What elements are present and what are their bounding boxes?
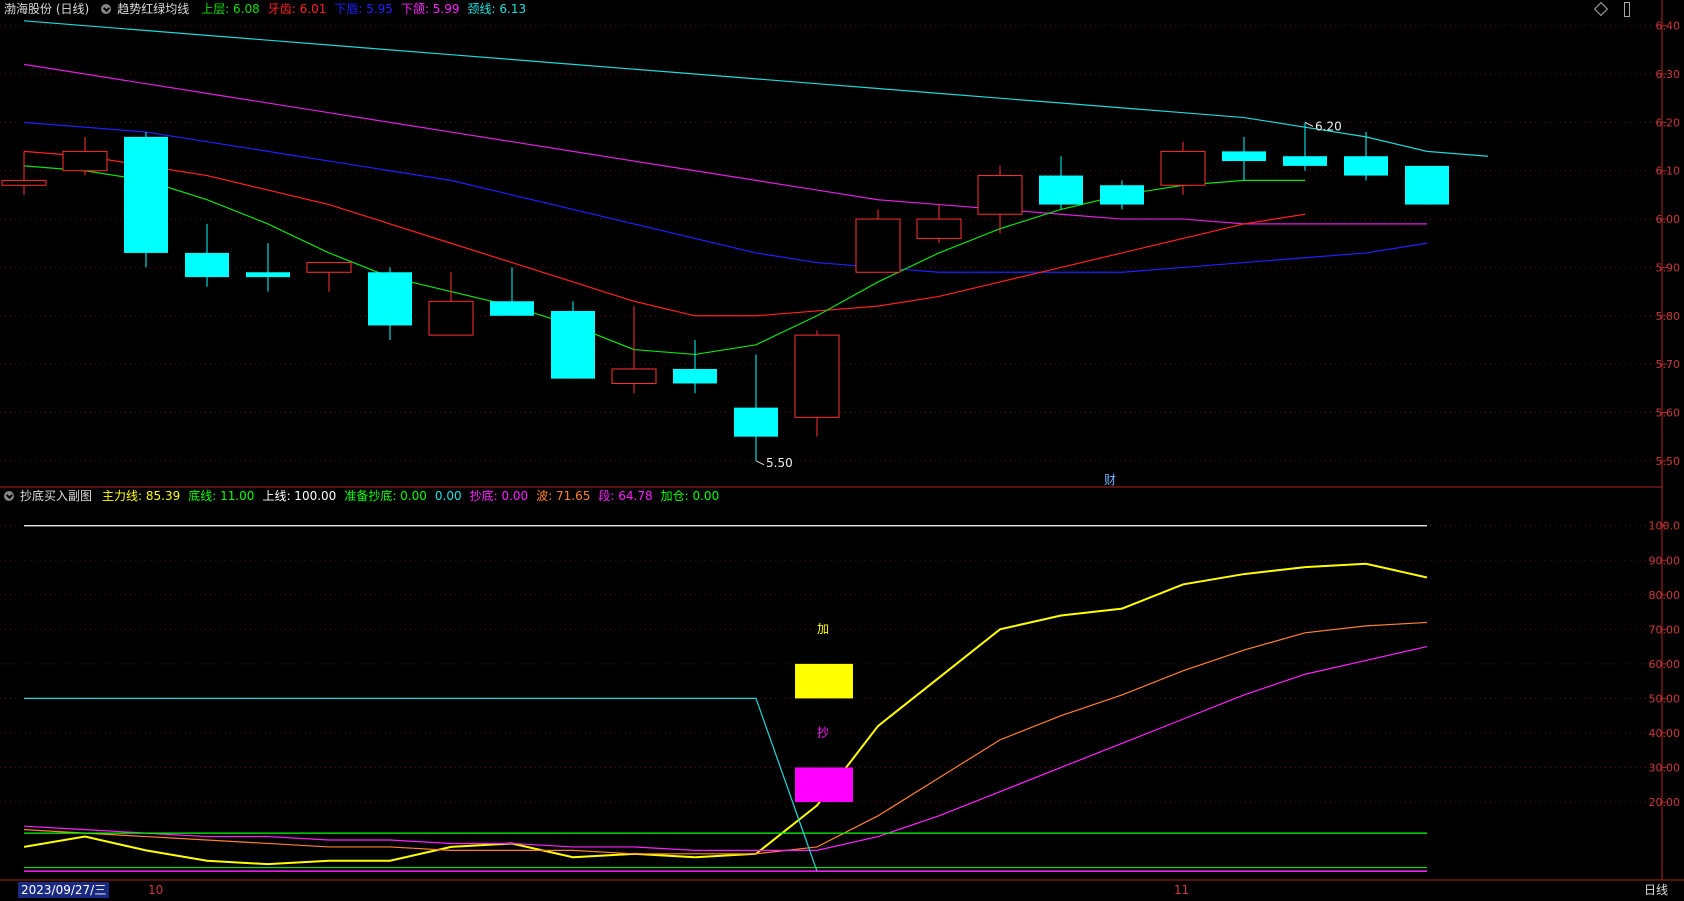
main-y-tick-label: 5.60 <box>1656 406 1681 419</box>
candle-body <box>673 368 717 384</box>
ma-line-颈线 <box>23 20 1489 157</box>
event-marker: 财 <box>1104 473 1116 487</box>
ma-line-下唇 <box>23 121 1428 273</box>
main-y-tick-label: 6.30 <box>1656 68 1681 81</box>
sub-y-tick-label: 80.00 <box>1649 589 1681 602</box>
current-date-box: 2023/09/27/三 <box>18 882 110 898</box>
main-y-tick-label: 5.50 <box>1656 455 1681 468</box>
low-pointer <box>755 460 765 466</box>
sub-y-tick-label: 30.00 <box>1649 761 1681 774</box>
candle-body <box>734 407 778 437</box>
sub-y-tick-label: 90.00 <box>1649 554 1681 567</box>
candle-body <box>124 136 168 253</box>
candle-body <box>246 272 290 278</box>
low-label: 5.50 <box>766 456 793 470</box>
sub-line-cyan <box>24 697 1427 872</box>
sub-line-波 <box>23 621 1428 855</box>
high-pointer <box>1304 121 1314 127</box>
sub-y-tick-label: 40.00 <box>1649 727 1681 740</box>
marker-add: 加 <box>817 622 829 636</box>
candle-body <box>916 218 962 239</box>
candle-body <box>1039 175 1083 205</box>
sub-line-段 <box>23 646 1428 851</box>
signal-bar-1 <box>795 767 853 803</box>
main-y-tick-label: 6.10 <box>1656 165 1681 178</box>
chart-canvas[interactable]: 6.40 6.30 6.20 6.10 6.00 5.90 5.80 5.70 5.60 5.50… <box>0 0 1684 901</box>
period-tab[interactable]: 日线 <box>1644 882 1668 898</box>
main-y-tick-label: 5.70 <box>1656 358 1681 371</box>
sub-y-tick-label: 60.00 <box>1649 658 1681 671</box>
candle-body <box>490 301 534 316</box>
candle-body <box>1344 156 1388 176</box>
ma-line-牙齿 <box>23 150 1306 317</box>
candle-body <box>1405 165 1449 205</box>
sub-y-tick-label: 70.00 <box>1649 623 1681 636</box>
main-y-tick-label: 6.40 <box>1656 20 1681 33</box>
candle-body <box>1100 185 1144 205</box>
main-y-tick-label: 5.90 <box>1656 261 1681 274</box>
candle-body <box>185 252 229 278</box>
candle-body <box>1 179 47 186</box>
signal-bar-0 <box>795 663 853 699</box>
candle-body <box>977 175 1023 215</box>
sub-y-tick-label: 50.00 <box>1649 692 1681 705</box>
sub-line-主力线 <box>23 562 1428 866</box>
candle-body <box>551 310 595 379</box>
ma-line-下颌 <box>23 63 1427 225</box>
candle-body <box>62 150 108 172</box>
sub-y-tick-label: 100.0 <box>1649 520 1681 533</box>
main-y-tick-label: 6.20 <box>1656 116 1681 129</box>
sub-y-tick-label: 20.00 <box>1649 796 1681 809</box>
month-label-10: 10 <box>148 883 164 897</box>
candle-body <box>368 272 412 326</box>
candle-body <box>794 334 840 418</box>
candle-body <box>428 300 474 336</box>
high-label: 6.20 <box>1315 119 1342 133</box>
candle-body <box>855 218 901 273</box>
candle-body <box>1283 156 1327 166</box>
candle-body <box>1160 150 1206 186</box>
month-label-11: 11 <box>1174 883 1190 897</box>
main-y-tick-label: 5.80 <box>1656 310 1681 323</box>
candle-body <box>611 368 657 384</box>
candle-body <box>306 262 352 273</box>
main-y-tick-label: 6.00 <box>1656 213 1681 226</box>
candle-body <box>1222 151 1266 162</box>
marker-buy: 抄 <box>817 725 829 739</box>
